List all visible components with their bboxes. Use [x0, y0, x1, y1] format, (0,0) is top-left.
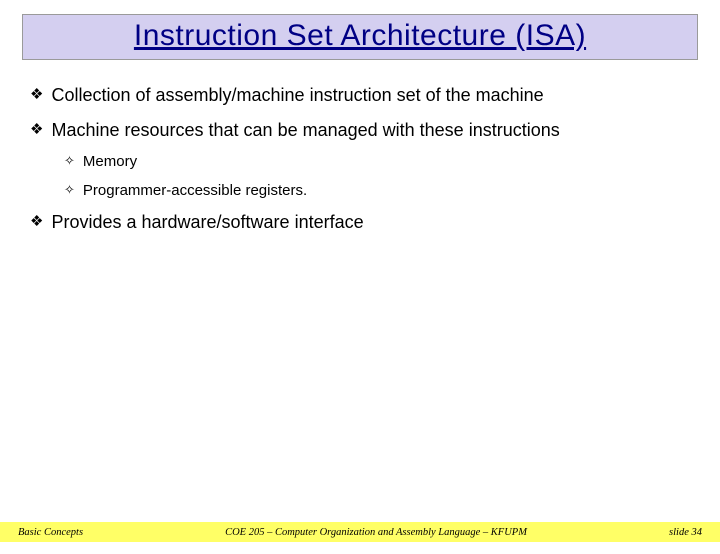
diamond-bullet-icon: ❖ [30, 211, 43, 232]
diamond-bullet-icon: ❖ [30, 119, 43, 140]
bullet-text: Provides a hardware/software interface [51, 211, 363, 234]
diamond-bullet-icon: ❖ [30, 84, 43, 105]
footer-course-name: COE 205 – Computer Organization and Asse… [83, 527, 669, 538]
slide-content: ❖ Collection of assembly/machine instruc… [0, 60, 720, 234]
slide-title: Instruction Set Architecture (ISA) [134, 19, 586, 52]
diamond-outline-bullet-icon: ✧ [64, 182, 75, 198]
bullet-item: ❖ Collection of assembly/machine instruc… [30, 84, 690, 107]
diamond-outline-bullet-icon: ✧ [64, 153, 75, 169]
bullet-text: Memory [83, 153, 137, 170]
bullet-text: Programmer-accessible registers. [83, 182, 307, 199]
bullet-text: Machine resources that can be managed wi… [51, 119, 559, 142]
slide-title-bar: Instruction Set Architecture (ISA) [22, 14, 698, 60]
bullet-item: ❖ Provides a hardware/software interface [30, 211, 690, 234]
footer-section-name: Basic Concepts [18, 527, 83, 538]
slide-footer: Basic Concepts COE 205 – Computer Organi… [0, 522, 720, 542]
sub-bullet-item: ✧ Memory [64, 153, 690, 170]
footer-slide-number: slide 34 [669, 527, 702, 538]
bullet-text: Collection of assembly/machine instructi… [51, 84, 543, 107]
bullet-item: ❖ Machine resources that can be managed … [30, 119, 690, 142]
sub-bullet-item: ✧ Programmer-accessible registers. [64, 182, 690, 199]
